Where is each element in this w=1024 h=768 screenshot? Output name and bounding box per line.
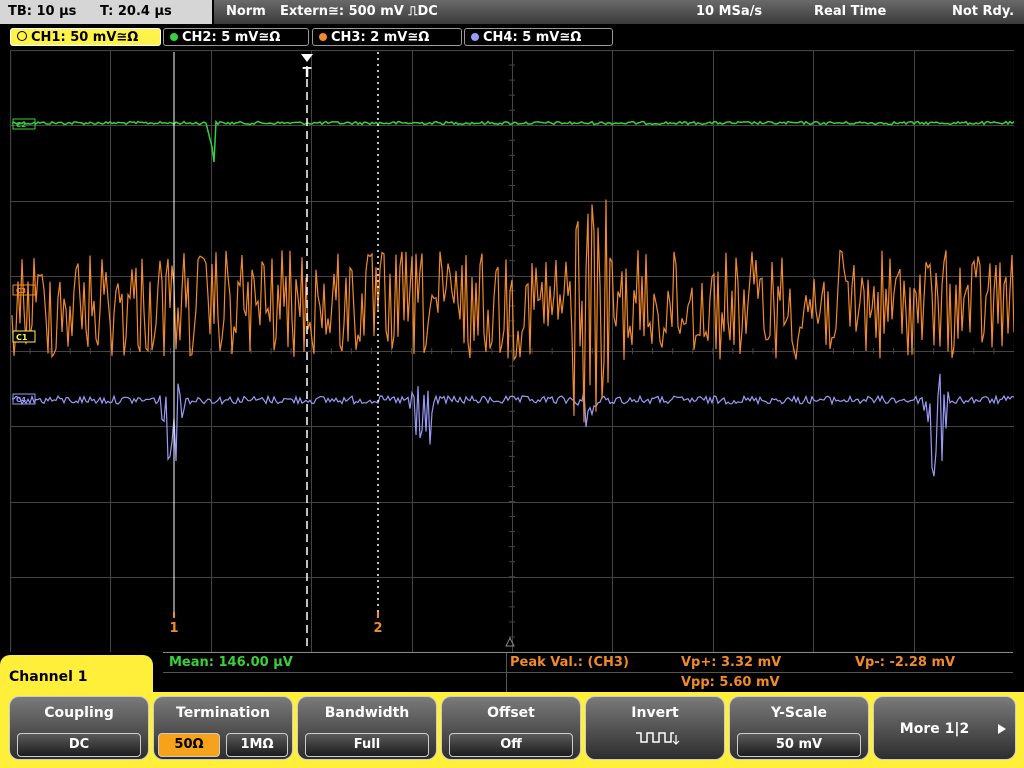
waveform-display[interactable]: T 1 2 C2 C3 C1 C4	[10, 50, 1014, 652]
measurement-panel: Mean: 146.00 µV Peak Val.: (CH3) Vp+: 3.…	[163, 652, 1013, 694]
bandwidth-value[interactable]: Full	[305, 733, 429, 757]
ch1-offset-label: C1	[16, 333, 28, 342]
acquisition-state: Not Rdy.	[952, 4, 1015, 19]
invert-softkey[interactable]: Invert	[585, 696, 725, 760]
tab-ch4[interactable]: CH4: 5 mV≅Ω	[464, 28, 613, 46]
timebase-readout: TB: 10 µs	[8, 4, 77, 19]
yscale-title: Y-Scale	[770, 705, 827, 721]
bandwidth-softkey[interactable]: Bandwidth Full	[297, 696, 437, 760]
coupling-softkey[interactable]: Coupling DC	[9, 696, 149, 760]
invert-title: Invert	[631, 705, 679, 721]
trigger-time-readout: T: 20.4 µs	[100, 4, 172, 19]
cursor-2-label: 2	[373, 621, 382, 636]
ch2-indicator-icon	[170, 33, 178, 41]
vpp-readout: Vpp: 5.60 mV	[681, 675, 780, 690]
tab-ch1[interactable]: CH1: 50 mV≅Ω	[10, 28, 161, 46]
trigger-source: Extern≅: 500 mV ⎍DC	[280, 4, 438, 19]
cursor-1-label: 1	[169, 621, 178, 636]
ch4-offset-label: C4	[16, 396, 26, 404]
offset-softkey[interactable]: Offset Off	[441, 696, 581, 760]
termination-softkey[interactable]: Termination 50Ω 1MΩ	[153, 696, 293, 760]
ch3-indicator-icon	[319, 33, 327, 41]
tab-ch1-label: CH1: 50 mV≅Ω	[31, 30, 139, 45]
tab-ch3-label: CH3: 2 mV≅Ω	[331, 30, 430, 45]
vp-minus-readout: Vp-: -2.28 mV	[855, 655, 956, 670]
softkey-bar: Coupling DC Termination 50Ω 1MΩ Bandwidt…	[0, 692, 1024, 768]
trigger-mode: Norm	[226, 4, 266, 19]
ch1-indicator-icon	[17, 31, 27, 41]
channel-menu-title: Channel 1	[9, 669, 88, 685]
offset-value[interactable]: Off	[449, 733, 573, 757]
tab-ch2-label: CH2: 5 mV≅Ω	[182, 30, 281, 45]
yscale-softkey[interactable]: Y-Scale 50 mV	[729, 696, 869, 760]
termination-50ohm-option[interactable]: 50Ω	[158, 733, 220, 757]
ch1-offset-marker[interactable]: C1	[12, 330, 36, 343]
termination-title: Termination	[176, 705, 270, 721]
ch4-indicator-icon	[471, 33, 479, 41]
tab-ch2[interactable]: CH2: 5 mV≅Ω	[163, 28, 309, 46]
timebase-box[interactable]: TB: 10 µs T: 20.4 µs	[0, 0, 212, 24]
more-softkey[interactable]: More 1|2	[873, 696, 1016, 760]
coupling-title: Coupling	[44, 705, 114, 721]
bandwidth-title: Bandwidth	[324, 705, 410, 721]
ch3-offset-label: C3	[16, 287, 26, 295]
tab-ch3[interactable]: CH3: 2 mV≅Ω	[312, 28, 462, 46]
more-title: More 1|2	[899, 721, 970, 737]
tab-ch4-label: CH4: 5 mV≅Ω	[483, 30, 582, 45]
invert-waveform-icon	[636, 732, 680, 745]
peak-title: Peak Val.: (CH3)	[510, 655, 629, 670]
measurement-separator	[506, 653, 507, 693]
ch3-offset-marker[interactable]: C3	[12, 284, 36, 296]
trigger-marker-label: T	[303, 66, 312, 81]
offset-title: Offset	[487, 705, 535, 721]
sample-rate: 10 MSa/s	[696, 4, 763, 19]
channel-tabs: CH1: 50 mV≅Ω CH2: 5 mV≅Ω CH3: 2 mV≅Ω CH4…	[0, 26, 1024, 48]
status-bar: TB: 10 µs T: 20.4 µs Norm Extern≅: 500 m…	[0, 0, 1024, 24]
ch2-offset-label: C2	[16, 121, 26, 129]
trigger-box[interactable]: Norm Extern≅: 500 mV ⎍DC 10 MSa/s Real T…	[214, 0, 1024, 24]
acquisition-mode: Real Time	[814, 4, 887, 19]
graticule	[10, 50, 1014, 652]
mean-readout: Mean: 146.00 µV	[169, 655, 293, 670]
next-page-arrow-icon	[998, 724, 1006, 734]
measurement-divider	[163, 672, 1013, 673]
vp-plus-readout: Vp+: 3.32 mV	[681, 655, 782, 670]
yscale-value[interactable]: 50 mV	[737, 733, 861, 757]
termination-1mohm-option[interactable]: 1MΩ	[226, 733, 288, 757]
coupling-value[interactable]: DC	[17, 733, 141, 757]
